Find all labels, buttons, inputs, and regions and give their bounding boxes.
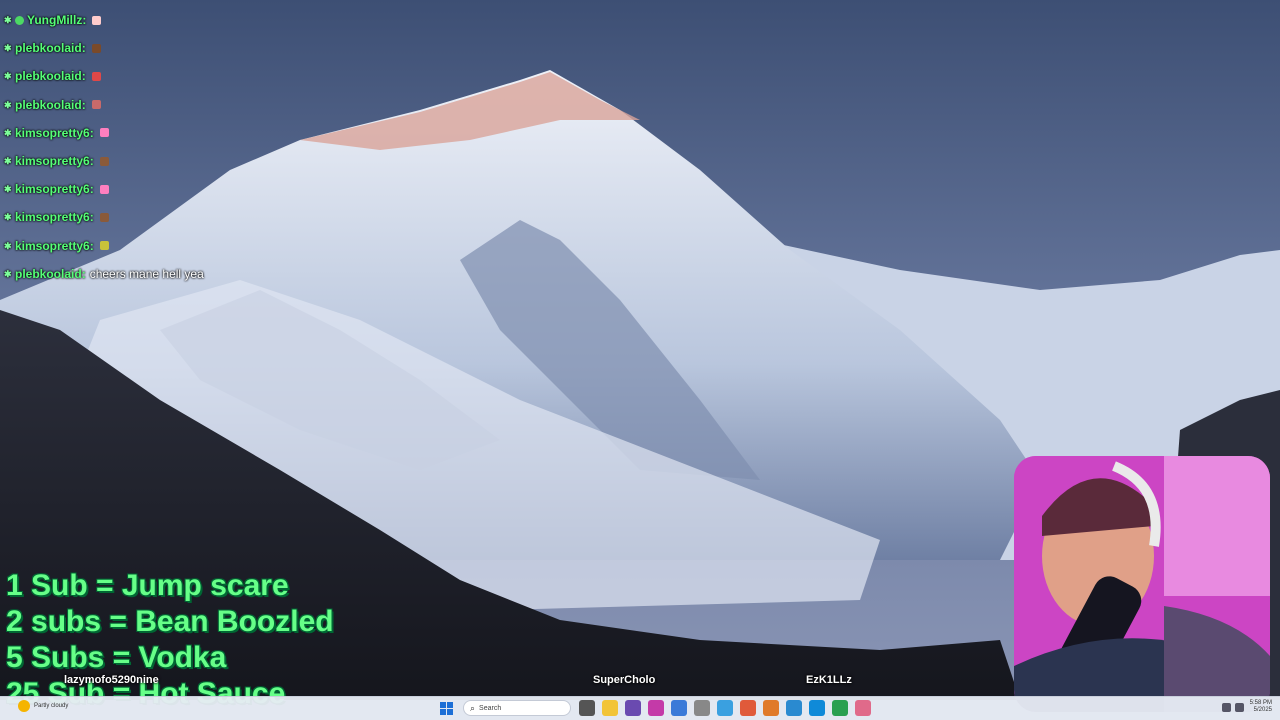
app-icon[interactable] [671, 700, 687, 716]
chat-badge-icon: ✱ [4, 71, 12, 82]
viewer-name-left: lazymofo5290nine [64, 674, 159, 686]
chat-badge-icon: ✱ [4, 268, 12, 279]
search-icon: ⌕ [470, 702, 476, 713]
chat-text: cheers mane hell yea [89, 266, 204, 281]
taskbar-clock[interactable]: 5:58 PM 5/2025 [1250, 700, 1272, 714]
chat-username: kimsopretty6 [15, 154, 90, 169]
chat-badge-icon: ✱ [4, 43, 12, 54]
chat-separator: : [89, 125, 94, 140]
system-tray: 5:58 PM 5/2025 [1218, 700, 1272, 714]
chat-emote-icon [92, 15, 102, 25]
chat-badge-icon: ✱ [4, 99, 12, 110]
chat-emote-icon [99, 212, 109, 222]
webcam-image [1014, 456, 1270, 712]
chat-username: YungMillz [27, 13, 83, 28]
verified-badge-icon [15, 15, 24, 25]
chat-emote-icon [91, 43, 101, 53]
chat-badge-icon: ✱ [4, 127, 12, 138]
chat-message: ✱ plebkoolaid: [4, 91, 334, 119]
weather-widget[interactable]: Partly cloudy [18, 700, 68, 712]
viewer-name-right: EzK1LLz [806, 674, 852, 686]
volume-icon[interactable] [1234, 702, 1244, 712]
app-icon[interactable] [625, 700, 641, 716]
chat-emote-icon [91, 71, 101, 81]
chat-message: ✱ kimsopretty6: [4, 147, 334, 175]
chrome-icon[interactable] [740, 700, 756, 716]
chat-badge-icon: ✱ [4, 184, 12, 195]
app-icon[interactable] [717, 700, 733, 716]
chat-separator: : [81, 41, 86, 56]
file-explorer-icon[interactable] [602, 700, 618, 716]
chat-username: kimsopretty6 [15, 238, 90, 253]
settings-icon[interactable] [694, 700, 710, 716]
chat-badge-icon: ✱ [4, 15, 12, 26]
chat-separator: : [81, 266, 86, 281]
chat-emote-icon [99, 241, 109, 251]
edge-icon[interactable] [809, 700, 825, 716]
chat-separator: : [89, 182, 94, 197]
chat-separator: : [89, 154, 94, 169]
chat-emote-icon [99, 128, 109, 138]
clock-date: 5/2025 [1253, 707, 1272, 713]
weather-icon [18, 700, 30, 712]
chat-badge-icon: ✱ [4, 212, 12, 223]
chat-username: kimsopretty6 [15, 182, 90, 197]
chat-username: kimsopretty6 [15, 210, 90, 225]
chat-message: ✱ kimsopretty6: [4, 232, 334, 260]
chat-username: kimsopretty6 [15, 125, 90, 140]
chat-badge-icon: ✱ [4, 156, 12, 167]
chat-message: ✱ kimsopretty6: [4, 175, 334, 203]
goal-line: 5 Subs = Vodka [6, 641, 227, 674]
chat-emote-icon [99, 156, 109, 166]
app-icon[interactable] [855, 700, 871, 716]
chat-message: ✱ plebkoolaid: [4, 62, 334, 90]
chat-username: plebkoolaid [15, 69, 82, 84]
chat-message: ✱ plebkoolaid: cheers mane hell yea [4, 260, 334, 288]
brave-icon[interactable] [763, 700, 779, 716]
sub-goals-overlay: 1 Sub = Jump scare 2 subs = Bean Boozled… [6, 568, 334, 712]
viewer-name-middle: SuperCholo [593, 674, 656, 686]
chat-username: plebkoolaid [15, 97, 82, 112]
app-icon[interactable] [832, 700, 848, 716]
chat-overlay: ✱ YungMillz: ✱ plebkoolaid: ✱ plebkoolaid: ✱ pl… [4, 6, 334, 288]
clock-time: 5:58 PM [1249, 700, 1272, 706]
weather-text: Partly cloudy [34, 703, 69, 709]
taskbar-search-box[interactable]: ⌕ Search [463, 700, 571, 716]
chat-separator: : [82, 13, 87, 28]
app-icon[interactable] [648, 700, 664, 716]
taskbar-apps: ⌕ Search [440, 700, 878, 716]
chat-username: plebkoolaid [15, 41, 82, 56]
chat-username: plebkoolaid [15, 266, 82, 281]
chat-emote-icon [99, 184, 109, 194]
windows-start-icon[interactable] [440, 701, 453, 715]
chat-separator: : [81, 97, 86, 112]
chat-badge-icon: ✱ [4, 240, 12, 251]
notepad-icon[interactable] [786, 700, 802, 716]
chat-separator: : [81, 69, 86, 84]
chat-message: ✱ kimsopretty6: [4, 119, 334, 147]
chat-separator: : [89, 238, 94, 253]
goal-line: 1 Sub = Jump scare [6, 569, 289, 602]
search-label: Search [479, 704, 502, 712]
webcam-feed [1014, 456, 1270, 712]
chat-message: ✱ kimsopretty6: [4, 203, 334, 231]
goal-line: 2 subs = Bean Boozled [6, 605, 334, 638]
task-view-icon[interactable] [579, 700, 595, 716]
windows-taskbar: Partly cloudy ⌕ Search 5:58 PM 5/2025 [0, 696, 1280, 720]
chat-emote-icon [91, 100, 101, 110]
chat-separator: : [89, 210, 94, 225]
network-icon[interactable] [1221, 702, 1231, 712]
chat-message: ✱ plebkoolaid: [4, 34, 334, 62]
chat-message: ✱ YungMillz: [4, 6, 334, 34]
